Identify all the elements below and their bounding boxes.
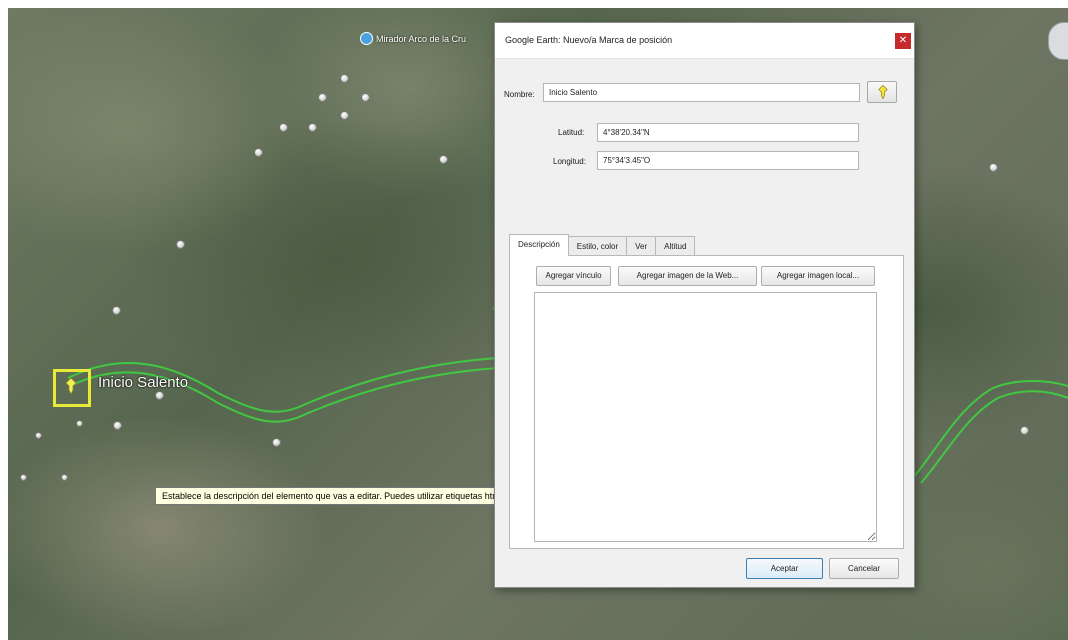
poi-label: Mirador Arco de la Cru (376, 33, 467, 44)
longitude-label: Longitud: (553, 157, 586, 166)
map-poi-marker[interactable] (155, 391, 164, 400)
map-poi-marker[interactable] (340, 74, 349, 83)
tab-descripcion[interactable]: Descripción (509, 234, 569, 256)
map-poi-marker[interactable] (308, 123, 317, 132)
add-link-button[interactable]: Agregar vínculo (536, 266, 611, 286)
dialog-title: Google Earth: Nuevo/a Marca de posición (505, 35, 673, 45)
placemark-label: Inicio Salento (98, 374, 189, 391)
description-panel: Agregar vínculo Agregar imagen de la Web… (509, 255, 904, 549)
longitude-field[interactable] (597, 151, 859, 170)
tab-altitud[interactable]: Altitud (655, 236, 696, 256)
map-poi-marker[interactable] (35, 432, 42, 439)
latitude-label: Latitud: (558, 128, 585, 137)
navigation-control[interactable] (1048, 22, 1068, 60)
placemark-icon-button[interactable] (867, 81, 897, 103)
dialog-titlebar[interactable]: Google Earth: Nuevo/a Marca de posición … (495, 23, 914, 59)
add-web-image-button[interactable]: Agregar imagen de la Web... (618, 266, 757, 286)
map-poi-marker[interactable] (1020, 426, 1029, 435)
map-poi-marker[interactable] (113, 421, 122, 430)
name-field[interactable] (543, 83, 860, 102)
map-poi-marker[interactable] (340, 111, 349, 120)
close-icon: ✕ (898, 35, 908, 46)
description-textarea[interactable] (534, 292, 877, 542)
new-placemark-dialog: Google Earth: Nuevo/a Marca de posición … (494, 22, 915, 588)
pushpin-icon (878, 85, 888, 99)
close-button[interactable]: ✕ (895, 33, 911, 49)
map-poi-marker[interactable] (61, 474, 68, 481)
poi-mirador[interactable]: Mirador Arco de la Cru (360, 32, 466, 45)
map-poi-marker[interactable] (112, 306, 121, 315)
add-local-image-button[interactable]: Agregar imagen local... (761, 266, 875, 286)
map-poi-marker[interactable] (76, 420, 83, 427)
map-poi-marker[interactable] (176, 240, 185, 249)
tab-ver[interactable]: Ver (626, 236, 657, 256)
map-poi-marker[interactable] (989, 163, 998, 172)
map-poi-marker[interactable] (20, 474, 27, 481)
map-poi-marker[interactable] (279, 123, 288, 132)
latitude-field[interactable] (597, 123, 859, 142)
pushpin-icon[interactable] (65, 378, 77, 394)
tab-estilo-color[interactable]: Estilo, color (567, 236, 628, 256)
map-poi-marker[interactable] (439, 155, 448, 164)
name-label: Nombre: (504, 90, 535, 99)
cancel-button[interactable]: Cancelar (829, 558, 899, 579)
poi-pin-icon (360, 32, 373, 45)
map-poi-marker[interactable] (361, 93, 370, 102)
accept-button[interactable]: Aceptar (746, 558, 823, 579)
dialog-tabs: Descripción Estilo, color Ver Altitud (509, 234, 696, 256)
map-poi-marker[interactable] (254, 148, 263, 157)
map-poi-marker[interactable] (318, 93, 327, 102)
map-poi-marker[interactable] (272, 438, 281, 447)
